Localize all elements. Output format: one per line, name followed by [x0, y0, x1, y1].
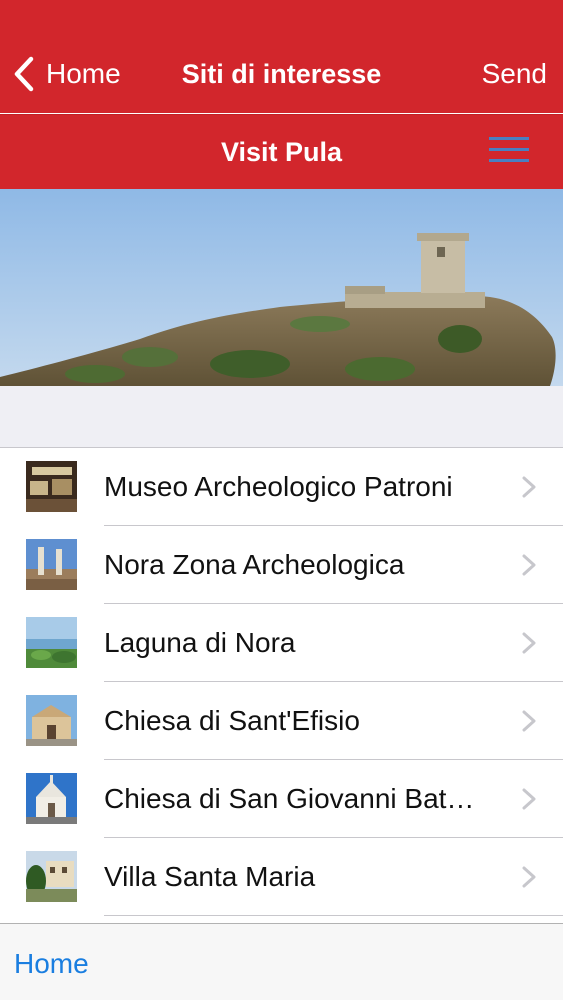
thumbnail-image — [26, 851, 77, 902]
chevron-right-icon — [522, 476, 536, 498]
list-item-museo[interactable]: Museo Archeologico Patroni — [0, 448, 563, 526]
list-item-sant-efisio[interactable]: Chiesa di Sant'Efisio — [0, 682, 563, 760]
list-item-label: Chiesa di San Giovanni Bat… — [104, 783, 475, 814]
send-button[interactable]: Send — [482, 52, 547, 96]
chevron-right-icon — [522, 554, 536, 576]
thumbnail-image — [26, 773, 77, 824]
chevron-left-icon — [14, 56, 34, 92]
list-item-label: Museo Archeologico Patroni — [104, 471, 453, 502]
thumbnail-image — [26, 461, 77, 512]
navigation-bar: Home Siti di interesse Send — [0, 0, 563, 113]
back-button-label: Home — [46, 58, 121, 89]
list-item-laguna[interactable]: Laguna di Nora — [0, 604, 563, 682]
chevron-right-icon — [522, 710, 536, 732]
back-button[interactable]: Home — [12, 52, 121, 96]
sites-list: Museo Archeologico Patroni Nora Zona Arc… — [0, 448, 563, 924]
thumbnail-image — [26, 617, 77, 668]
list-item-label: Nora Zona Archeologica — [104, 549, 405, 580]
thumbnail-image — [26, 539, 77, 590]
chevron-right-icon — [522, 632, 536, 654]
section-title: Visit Pula — [220, 137, 343, 167]
hero-image — [0, 189, 563, 386]
section-header: Visit Pula — [0, 114, 563, 189]
list-item-san-giovanni[interactable]: Chiesa di San Giovanni Bat… — [0, 760, 563, 838]
spacer — [0, 386, 563, 448]
home-link[interactable]: Home — [14, 924, 89, 1000]
chevron-right-icon — [522, 866, 536, 888]
list-item-label: Chiesa di Sant'Efisio — [104, 705, 360, 736]
bottom-toolbar: Home — [0, 923, 563, 1000]
chevron-right-icon — [522, 788, 536, 810]
list-item-label: Laguna di Nora — [104, 627, 296, 658]
list-item-villa-santa-maria[interactable]: Villa Santa Maria — [0, 838, 563, 916]
thumbnail-image — [26, 695, 77, 746]
list-item-label: Villa Santa Maria — [104, 861, 316, 892]
list-item-nora-zona[interactable]: Nora Zona Archeologica — [0, 526, 563, 604]
hamburger-menu-icon[interactable] — [489, 137, 529, 167]
